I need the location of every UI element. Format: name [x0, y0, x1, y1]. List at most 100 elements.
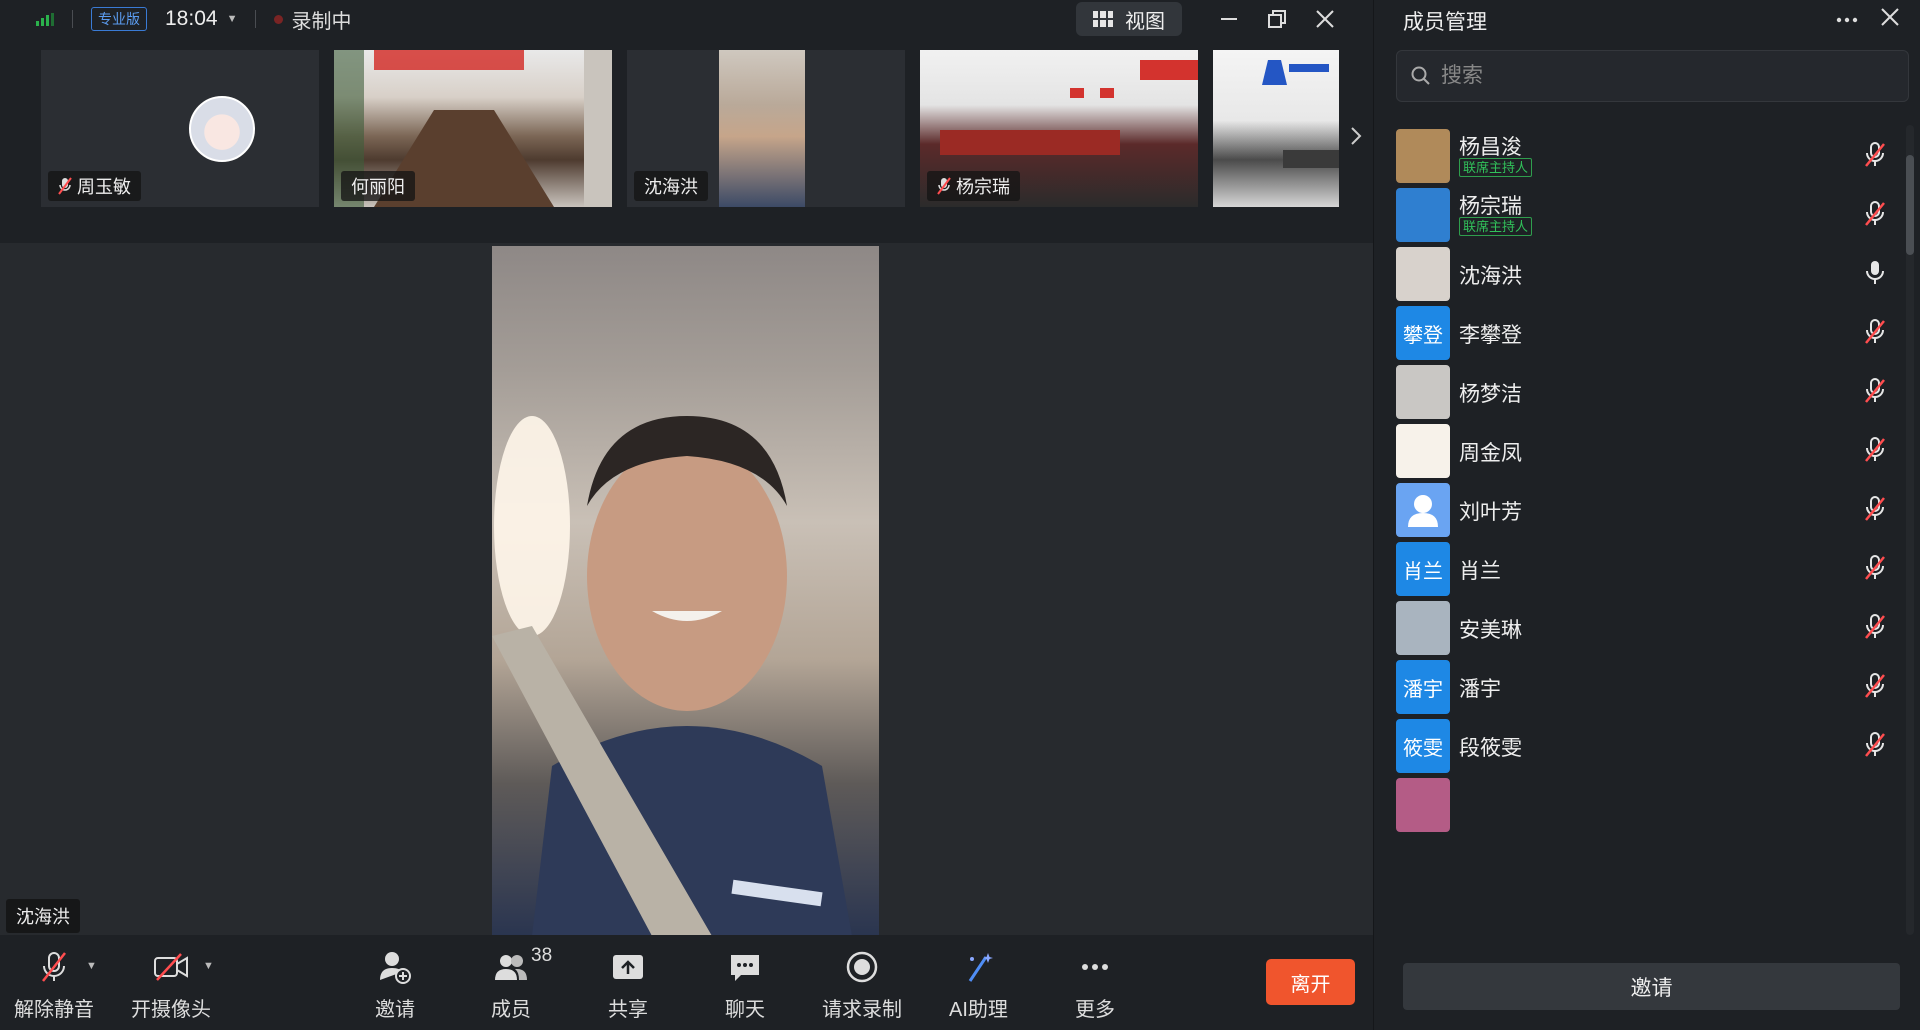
avatar: 筱雯 — [1396, 719, 1450, 773]
magic-wand-icon — [962, 949, 994, 985]
member-list: 杨昌浚 联席主持人 杨宗瑞 联席主持人 沈海洪 攀登 李攀登 杨梦洁 周金凤 刘叶芳 肖兰 肖兰 安美琳… — [1374, 125, 1904, 935]
avatar — [1396, 365, 1450, 419]
members-count: 38 — [531, 945, 553, 966]
member-name: 李攀登 — [1459, 324, 1522, 347]
panel-invite-button[interactable]: 邀请 — [1403, 963, 1900, 1010]
member-search[interactable] — [1396, 50, 1909, 102]
close-icon — [1881, 8, 1899, 26]
share-label: 共享 — [608, 999, 648, 1021]
chat-icon — [729, 949, 761, 985]
top-bar: 专业版 18:04 ▼ 录制中 视图 — [0, 0, 1373, 38]
mic-off-icon[interactable] — [1864, 495, 1886, 523]
mic-off-icon[interactable] — [1864, 613, 1886, 641]
avatar: 攀登 — [1396, 306, 1450, 360]
mic-off-icon — [37, 949, 71, 985]
mic-off-icon[interactable] — [1864, 141, 1886, 169]
divider — [72, 10, 73, 28]
cohost-badge: 联席主持人 — [1459, 217, 1533, 236]
mic-off-icon[interactable] — [1864, 436, 1886, 464]
avatar — [1396, 601, 1450, 655]
mic-on-icon[interactable] — [1864, 259, 1886, 287]
members-icon: 38 — [495, 945, 552, 985]
close-button[interactable] — [1310, 4, 1340, 34]
avatar: 潘宇 — [1396, 660, 1450, 714]
restore-button[interactable] — [1262, 4, 1292, 34]
members-label: 成员 — [491, 999, 531, 1021]
panel-close-button[interactable] — [1879, 6, 1905, 32]
mic-off-icon[interactable] — [1864, 554, 1886, 582]
members-panel: 成员管理 杨昌浚联席主持人杨宗瑞联席主持人沈海洪攀登李攀登杨梦洁周金凤刘叶芳肖兰… — [1373, 0, 1920, 1030]
mic-off-icon[interactable] — [1864, 377, 1886, 405]
meeting-toolbar: 解除静音 ▼ 开摄像头 ▼ 邀请 38 成员 共享 聊天 请求录制 AI助理 更… — [0, 935, 1373, 1030]
unmute-button[interactable]: 解除静音 — [14, 949, 94, 1022]
avatar — [1396, 247, 1450, 301]
member-name: 安美琳 — [1459, 619, 1522, 642]
grid-view-icon — [1093, 11, 1113, 27]
chevron-down-icon[interactable]: ▼ — [227, 13, 238, 25]
active-speaker-video — [492, 246, 879, 936]
video-thumbnail[interactable]: 周玉敏 — [41, 50, 319, 207]
close-icon — [1316, 10, 1334, 28]
member-name: 杨宗瑞 — [1459, 195, 1522, 218]
cohost-badge: 联席主持人 — [1459, 158, 1533, 177]
participant-label: 周玉敏 — [48, 171, 141, 201]
company-logo-graphic — [1262, 60, 1339, 168]
ai-assistant-button[interactable]: AI助理 — [949, 949, 1008, 1022]
ai-label: AI助理 — [949, 999, 1008, 1021]
video-thumbnail[interactable]: 何丽阳 — [334, 50, 612, 207]
video-thumbnail[interactable] — [1213, 50, 1339, 207]
panel-more-button[interactable] — [1836, 6, 1858, 29]
participant-label: 何丽阳 — [341, 171, 415, 201]
mic-off-icon[interactable] — [1864, 200, 1886, 228]
participant-video — [719, 50, 805, 207]
member-row[interactable] — [1374, 774, 1904, 846]
mic-off-icon[interactable] — [1864, 731, 1886, 759]
video-thumbnail[interactable]: 沈海洪 — [627, 50, 905, 207]
video-thumbnail-strip: 周玉敏 何丽阳 沈海洪 杨宗瑞 — [0, 38, 1373, 267]
minimize-button[interactable] — [1214, 4, 1244, 34]
member-name: 潘宇 — [1459, 678, 1501, 701]
unmute-label: 解除静音 — [14, 999, 94, 1021]
member-name: 周金凤 — [1459, 442, 1522, 465]
search-input[interactable] — [1441, 64, 1861, 88]
mic-off-icon[interactable] — [1864, 318, 1886, 346]
member-name: 沈海洪 — [1459, 265, 1522, 288]
member-name: 刘叶芳 — [1459, 501, 1522, 524]
member-list-scrollbar[interactable] — [1906, 125, 1914, 935]
next-page-button[interactable] — [1346, 116, 1366, 156]
view-button[interactable]: 视图 — [1076, 2, 1182, 36]
speaker-stage: 沈海洪 — [0, 243, 1373, 936]
members-button[interactable]: 38 成员 — [491, 945, 552, 1022]
record-icon — [846, 949, 878, 985]
share-button[interactable]: 共享 — [608, 949, 648, 1022]
main-area: 专业版 18:04 ▼ 录制中 视图 周玉敏 何丽阳 沈海洪 杨宗瑞 沈海洪 解… — [0, 0, 1373, 1030]
view-button-label: 视图 — [1125, 10, 1165, 33]
edition-badge: 专业版 — [91, 7, 147, 31]
scrollbar-thumb[interactable] — [1906, 155, 1914, 255]
participant-label: 杨宗瑞 — [927, 171, 1020, 201]
network-signal-icon[interactable] — [36, 12, 54, 26]
request-recording-button[interactable]: 请求录制 — [822, 949, 902, 1022]
participant-name: 周玉敏 — [77, 177, 131, 197]
camera-label: 开摄像头 — [131, 999, 211, 1021]
meeting-window: 专业版 18:04 ▼ 录制中 视图 周玉敏 何丽阳 沈海洪 杨宗瑞 沈海洪 解… — [0, 0, 1920, 1030]
chevron-down-icon[interactable]: ▼ — [203, 960, 214, 972]
participant-name: 何丽阳 — [351, 177, 405, 197]
search-icon — [1411, 66, 1430, 85]
more-label: 更多 — [1075, 999, 1115, 1021]
camera-button[interactable]: 开摄像头 — [131, 949, 211, 1022]
participant-name: 杨宗瑞 — [956, 177, 1010, 197]
chat-button[interactable]: 聊天 — [725, 949, 765, 1022]
invite-button[interactable]: 邀请 — [375, 949, 415, 1022]
chevron-down-icon[interactable]: ▼ — [86, 960, 97, 972]
leave-button[interactable]: 离开 — [1266, 959, 1355, 1005]
more-button[interactable]: 更多 — [1075, 949, 1115, 1022]
mic-off-icon[interactable] — [1864, 672, 1886, 700]
add-user-icon — [378, 949, 412, 985]
speaker-graphic — [492, 416, 852, 936]
video-thumbnail[interactable]: 杨宗瑞 — [920, 50, 1198, 207]
minimize-icon — [1221, 18, 1237, 20]
member-name: 杨梦洁 — [1459, 383, 1522, 406]
share-icon — [612, 949, 644, 985]
avatar — [1396, 778, 1450, 832]
